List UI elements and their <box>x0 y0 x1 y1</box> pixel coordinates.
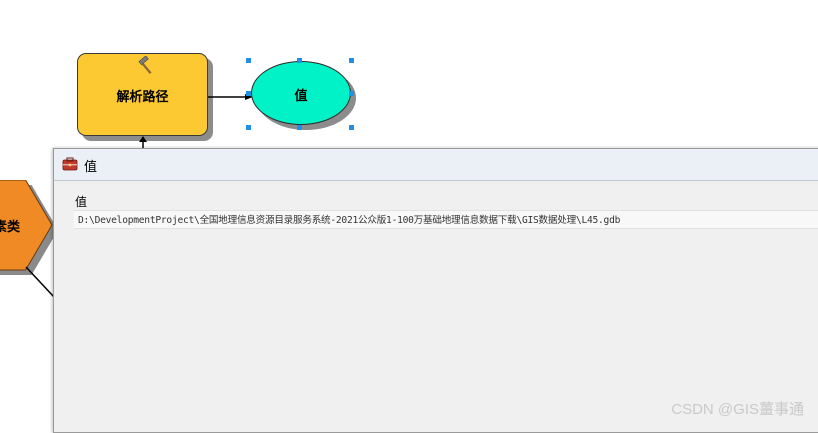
dialog-title: 值 <box>84 160 98 175</box>
path-value-field[interactable]: D:\DevelopmentProject\全国地理信息资源目录服务系统-202… <box>74 210 818 229</box>
value-node[interactable]: 值 <box>251 61 351 125</box>
selection-handle[interactable] <box>246 58 251 63</box>
watermark: CSDN @GIS薑事通 <box>671 401 804 418</box>
dialog-titlebar[interactable]: 值 <box>54 149 818 181</box>
selection-handle[interactable] <box>297 58 302 63</box>
value-dialog[interactable]: 值 值 D:\DevelopmentProject\全国地理信息资源目录服务系统… <box>53 148 818 433</box>
selection-handle[interactable] <box>349 58 354 63</box>
selection-handle[interactable] <box>349 91 354 96</box>
selection-handle[interactable] <box>246 125 251 130</box>
tool-node-parse-path[interactable]: 解析路径 <box>77 53 208 136</box>
value-node-label: 值 <box>294 89 308 104</box>
value-field-label: 值 <box>75 195 88 209</box>
feature-node-label: 素类 <box>0 220 21 235</box>
selection-handle[interactable] <box>349 125 354 130</box>
selection-handle[interactable] <box>297 125 302 130</box>
path-value-text: D:\DevelopmentProject\全国地理信息资源目录服务系统-202… <box>78 215 621 226</box>
selection-handle[interactable] <box>246 91 251 96</box>
toolbox-icon <box>62 157 78 171</box>
tool-node-label: 解析路径 <box>116 90 169 105</box>
hammer-icon <box>138 56 152 75</box>
